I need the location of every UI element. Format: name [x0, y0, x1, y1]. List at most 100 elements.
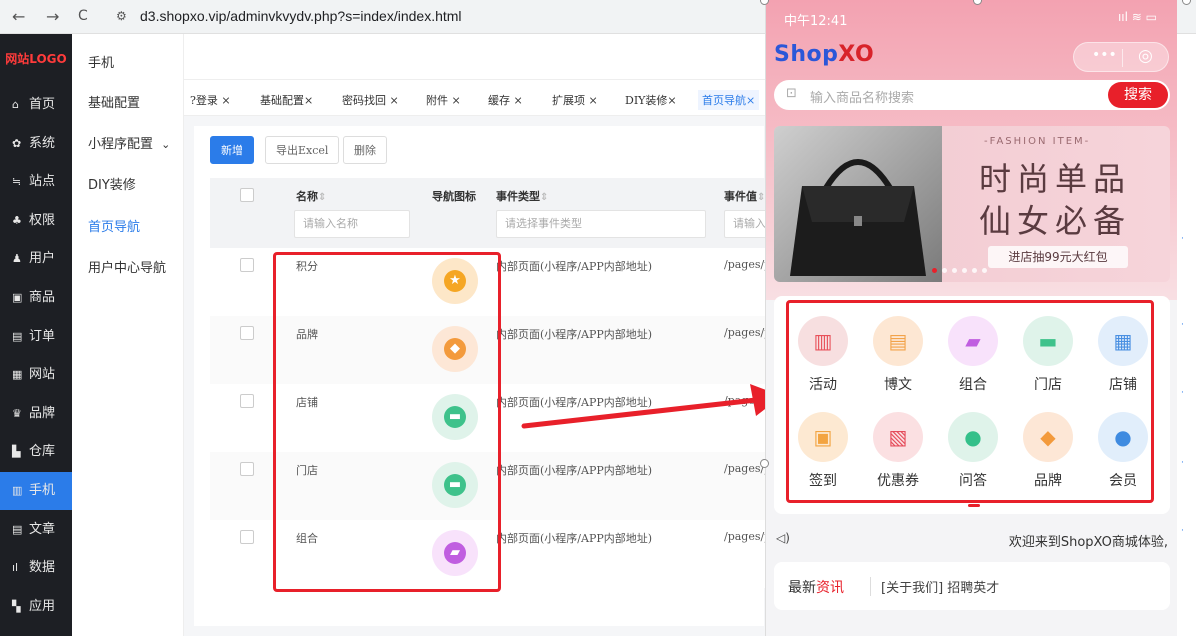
row-event-type: 内部页面(小程序/APP内部地址) — [496, 532, 653, 545]
handbag-icon — [790, 159, 926, 276]
brand-logo: ShopXO — [774, 42, 874, 67]
row-checkbox[interactable] — [240, 258, 254, 272]
select-all-checkbox[interactable] — [240, 188, 254, 202]
edge-marker: · — [1181, 234, 1184, 244]
tab-basic-config[interactable]: 基础配置× — [260, 92, 313, 108]
search-input[interactable]: 输入商品名称搜索 — [810, 87, 914, 106]
banner-title-line2: 仙女必备 — [979, 202, 1132, 240]
tab-diy[interactable]: DIY装修× — [625, 92, 677, 108]
news-bar[interactable]: 最新资讯 [关于我们] 招聘英才 — [774, 562, 1170, 610]
mobile-preview: 中午12:41 ııl ≋ ▭ ShopXO ••• ◎ ⊡ 输入商品名称搜索 … — [765, 0, 1177, 636]
row-event-value: /pages/plu — [724, 530, 768, 543]
sidebar-item-label: 首页 — [29, 97, 56, 112]
tab-home-nav[interactable]: 首页导航× — [698, 90, 760, 110]
column-event-type-header[interactable]: 事件类型⇕ — [496, 188, 548, 204]
row-event-type: 内部页面(小程序/APP内部地址) — [496, 260, 653, 273]
sidebar-item-13[interactable]: ıl 数据 — [0, 549, 72, 587]
carousel-dot[interactable] — [952, 268, 957, 273]
sort-icon[interactable]: ⇕ — [318, 192, 326, 203]
site-settings-icon[interactable]: ⚙ — [116, 9, 127, 23]
brand-part: Shop — [774, 42, 839, 67]
carousel-dot[interactable] — [942, 268, 947, 273]
banner-subtitle: -FASHION ITEM- — [984, 136, 1091, 147]
sidebar-item-4[interactable]: ♣ 权限 — [0, 202, 72, 240]
submenu-item-home-nav[interactable]: 首页导航 — [88, 216, 140, 235]
sidebar-item-10[interactable]: ▙ 仓库 — [0, 433, 72, 471]
sidebar-item-label: 用户 — [29, 251, 56, 267]
row-event-type: 内部页面(小程序/APP内部地址) — [496, 328, 653, 341]
submenu-item-miniprogram-config[interactable]: 小程序配置 ⌄ — [88, 133, 170, 152]
notice-text: 欢迎来到ShopXO商城体验, — [1008, 535, 1168, 550]
tab-login[interactable]: ?登录 × — [190, 92, 231, 108]
sliders-icon: ≒ — [12, 175, 22, 189]
banner-carousel[interactable]: -FASHION ITEM- 时尚单品 仙女必备 进店抽99元大红包 — [774, 126, 1170, 282]
brand-icon: ♛ — [12, 406, 22, 420]
search-bar[interactable]: ⊡ 输入商品名称搜索 搜索 — [774, 80, 1170, 110]
carousel-dot[interactable] — [982, 268, 987, 273]
sidebar-item-2[interactable]: ✿ 系统 — [0, 125, 72, 163]
column-event-value-header[interactable]: 事件值⇕ — [724, 188, 765, 204]
sidebar-item-7[interactable]: ▤ 订单 — [0, 318, 72, 356]
sidebar-item-label: 网站 — [29, 367, 56, 383]
sidebar-item-8[interactable]: ▦ 网站 — [0, 356, 72, 394]
news-headline[interactable]: [关于我们] 招聘英才 — [870, 577, 999, 596]
carousel-dot[interactable] — [962, 268, 967, 273]
row-checkbox[interactable] — [240, 326, 254, 340]
tab-extensions[interactable]: 扩展项 × — [552, 92, 598, 108]
submenu-title: 手机 — [88, 56, 115, 71]
chevron-down-icon: ⌄ — [161, 138, 171, 151]
right-edge-strip: · · · · · — [1177, 34, 1196, 636]
sidebar-item-1[interactable]: ⌂ 首页 — [0, 86, 72, 124]
sidebar-item-label: 权限 — [29, 212, 56, 228]
event-value-filter-input[interactable]: 请输入 — [724, 210, 770, 238]
column-name-header[interactable]: 名称⇕ — [296, 188, 326, 204]
name-filter-input[interactable]: 请输入名称 — [294, 210, 410, 238]
brand-part: XO — [838, 42, 875, 67]
tab-password-recovery[interactable]: 密码找回 × — [342, 92, 399, 108]
scan-icon[interactable]: ⊡ — [786, 86, 797, 101]
sidebar-item-11[interactable]: ▥ 手机 — [0, 472, 72, 510]
address-bar[interactable]: d3.shopxo.vip/adminvkvydv.php?s=index/in… — [140, 8, 462, 24]
carousel-dot[interactable] — [972, 268, 977, 273]
nav-pager-indicator — [968, 504, 980, 507]
tab-cache[interactable]: 缓存 × — [488, 92, 523, 108]
site-logo[interactable]: 网站LOGO — [0, 34, 72, 84]
add-button[interactable]: 新增 — [210, 136, 254, 164]
handbag-image — [774, 126, 942, 282]
reload-button[interactable]: C — [78, 8, 88, 24]
row-checkbox[interactable] — [240, 462, 254, 476]
tab-attachments[interactable]: 附件 × — [426, 92, 461, 108]
submenu-item-basic-config[interactable]: 基础配置 — [88, 92, 140, 111]
more-icon[interactable]: ••• — [1092, 47, 1117, 63]
sidebar-item-label: 品牌 — [29, 405, 56, 421]
sort-icon[interactable]: ⇕ — [540, 192, 548, 203]
mini-program-capsule: ••• ◎ — [1073, 42, 1169, 72]
sidebar-item-label: 订单 — [29, 328, 56, 344]
sidebar-item-3[interactable]: ≒ 站点 — [0, 163, 72, 201]
submenu-item-user-center-nav[interactable]: 用户中心导航 — [88, 257, 166, 276]
export-excel-button[interactable]: 导出Excel — [265, 136, 340, 164]
event-type-filter-select[interactable]: 请选择事件类型 — [496, 210, 706, 238]
back-button[interactable]: ← — [12, 7, 25, 26]
banner-title-line1: 时尚单品 — [979, 160, 1132, 198]
row-checkbox[interactable] — [240, 394, 254, 408]
carousel-dot[interactable] — [932, 268, 937, 273]
sidebar-item-6[interactable]: ▣ 商品 — [0, 279, 72, 317]
warehouse-icon: ▙ — [12, 445, 21, 459]
submenu-item-diy[interactable]: DIY装修 — [88, 174, 136, 193]
sidebar-item-9[interactable]: ♛ 品牌 — [0, 395, 72, 433]
arrow-annotation — [521, 384, 782, 429]
resize-handle[interactable] — [760, 459, 769, 468]
forward-button[interactable]: → — [46, 7, 59, 26]
banner-promo-button[interactable]: 进店抽99元大红包 — [988, 246, 1128, 268]
close-target-icon[interactable]: ◎ — [1138, 46, 1153, 66]
order-icon: ▤ — [12, 329, 23, 343]
sidebar-item-12[interactable]: ▤ 文章 — [0, 511, 72, 549]
search-button[interactable]: 搜索 — [1108, 82, 1168, 108]
row-checkbox[interactable] — [240, 530, 254, 544]
delete-button[interactable]: 删除 — [343, 136, 387, 164]
highlight-nav-box — [786, 300, 1154, 503]
sidebar-item-5[interactable]: ♟ 用户 — [0, 240, 72, 278]
sidebar-item-14[interactable]: ▚ 应用 — [0, 588, 72, 626]
notice-bar[interactable]: ◁) 欢迎来到ShopXO商城体验, — [774, 525, 1170, 555]
